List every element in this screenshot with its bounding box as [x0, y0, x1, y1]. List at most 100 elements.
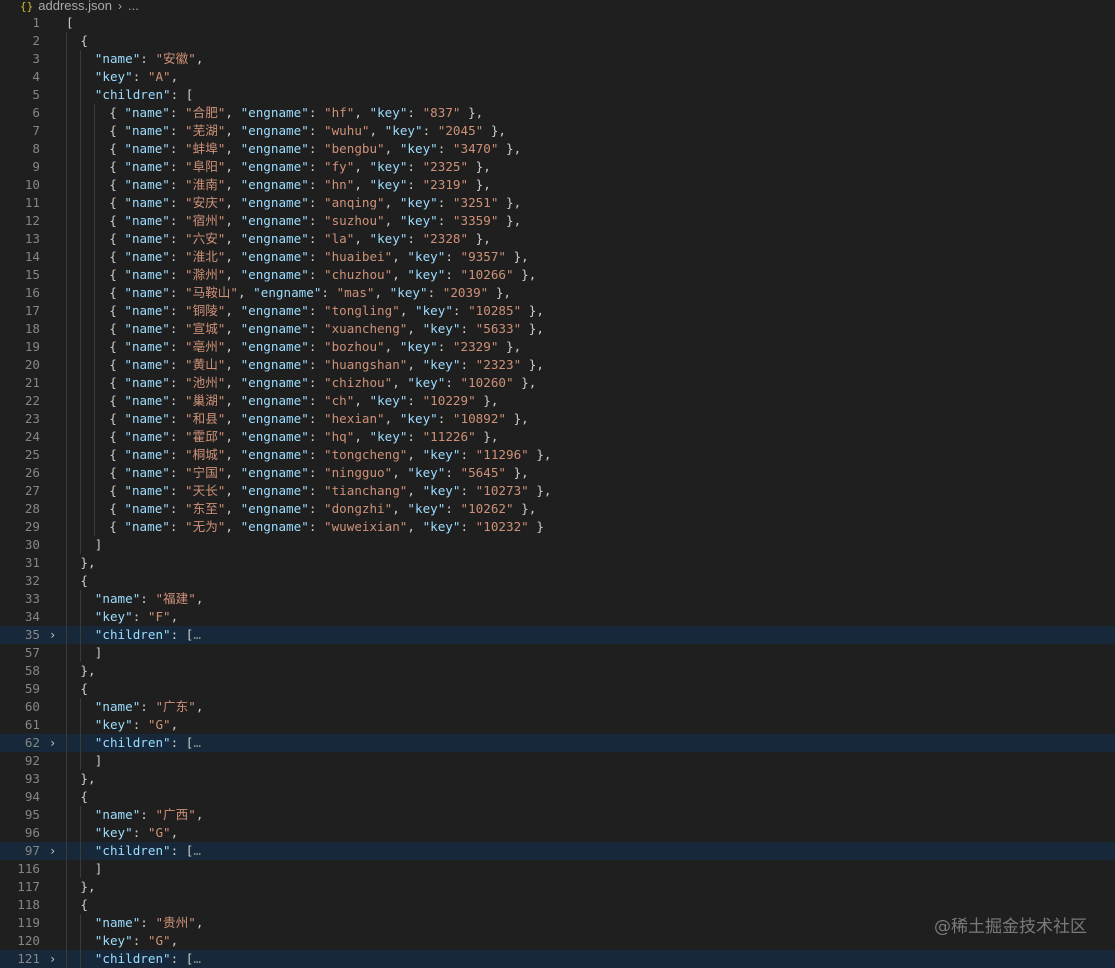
code-line[interactable]: 4 "key": "A", [0, 68, 1115, 86]
indent-guide [66, 554, 67, 572]
code-line[interactable]: 23 { "name": "和县", "engname": "hexian", "… [0, 410, 1115, 428]
fold-ellipsis[interactable]: … [193, 951, 201, 966]
json-string: "tianchang" [323, 483, 408, 498]
json-key: "name" [124, 465, 170, 480]
json-string: "广西" [155, 807, 196, 822]
code-line[interactable]: 20 { "name": "黄山", "engname": "huangshan"… [0, 356, 1115, 374]
code-line[interactable]: 93}, [0, 770, 1115, 788]
code-line[interactable]: 32 { [0, 572, 1115, 590]
json-punctuation: : [308, 249, 324, 264]
code-line[interactable]: 13 { "name": "六安", "engname": "la", "key"… [0, 230, 1115, 248]
indent-guide [80, 392, 81, 410]
json-punctuation: { [109, 249, 125, 264]
breadcrumb-file[interactable]: address.json [38, 0, 112, 13]
folded-code-line[interactable]: 62 › "children": [… [0, 734, 1115, 752]
code-line[interactable]: 96 "key": "G", [0, 824, 1115, 842]
code-editor[interactable]: 1[2{3 "name": "安徽", 4 "key": "A", 5 "children… [0, 14, 1115, 968]
code-line[interactable]: 7 { "name": "芜湖", "engname": "wuhu", "key… [0, 122, 1115, 140]
code-line[interactable]: 10 { "name": "淮南", "engname": "hn", "key"… [0, 176, 1115, 194]
fold-ellipsis[interactable]: … [193, 735, 201, 750]
json-string: "福建" [155, 591, 196, 606]
code-line[interactable]: 2{ [0, 32, 1115, 50]
code-line[interactable]: 94 { [0, 788, 1115, 806]
json-punctuation: , [392, 267, 408, 282]
indent-guide [80, 338, 81, 356]
code-line[interactable]: 29 { "name": "无为", "engname": "wuweixian"… [0, 518, 1115, 536]
code-line[interactable]: 18 { "name": "宣城", "engname": "xuancheng"… [0, 320, 1115, 338]
code-line[interactable]: 117}, [0, 878, 1115, 896]
json-key: "key" [422, 321, 461, 336]
code-line[interactable]: 30] [0, 536, 1115, 554]
chevron-right-icon[interactable]: › [49, 950, 56, 968]
code-line[interactable]: 3 "name": "安徽", [0, 50, 1115, 68]
code-line[interactable]: 34 "key": "F", [0, 608, 1115, 626]
code-text: }, [80, 878, 95, 896]
json-punctuation: , [225, 231, 241, 246]
code-text: { [80, 788, 88, 806]
code-line[interactable]: 116] [0, 860, 1115, 878]
code-text: "children": [… [95, 950, 201, 968]
code-line[interactable]: 19 { "name": "亳州", "engname": "bozhou", "… [0, 338, 1115, 356]
json-punctuation: : [308, 159, 324, 174]
code-line[interactable]: 60 "name": "广东", [0, 698, 1115, 716]
folded-code-line[interactable]: 97 › "children": [… [0, 842, 1115, 860]
chevron-right-icon[interactable]: › [49, 734, 56, 752]
chevron-right-icon[interactable]: › [49, 842, 56, 860]
code-line[interactable]: 15 { "name": "滁州", "engname": "chuzhou", … [0, 266, 1115, 284]
code-text: }, [80, 662, 95, 680]
json-punctuation: : [169, 231, 186, 246]
code-line[interactable]: 26 { "name": "宁国", "engname": "ningguo", … [0, 464, 1115, 482]
code-line[interactable]: 59 { [0, 680, 1115, 698]
breadcrumb-symbol[interactable]: ... [128, 0, 139, 13]
code-line[interactable]: 61 "key": "G", [0, 716, 1115, 734]
json-key: "engname" [253, 285, 322, 300]
indent-guide [80, 410, 81, 428]
json-string: "10285" [468, 303, 522, 318]
json-string: "亳州" [185, 339, 226, 354]
chevron-right-icon[interactable]: › [49, 626, 56, 644]
code-line[interactable]: 92] [0, 752, 1115, 770]
code-line[interactable]: 6 { "name": "合肥", "engname": "hf", "key":… [0, 104, 1115, 122]
code-text: { "name": "铜陵", "engname": "tongling", "… [109, 302, 544, 320]
json-punctuation: [ [66, 15, 74, 30]
code-line[interactable]: 5 "children": [ [0, 86, 1115, 104]
folded-code-line[interactable]: 121 › "children": [… [0, 950, 1115, 968]
fold-ellipsis[interactable]: … [193, 843, 201, 858]
json-string: "tongling" [323, 303, 400, 318]
json-string: "安徽" [155, 51, 196, 66]
code-line[interactable]: 95 "name": "广西", [0, 806, 1115, 824]
code-line[interactable]: 33 "name": "福建", [0, 590, 1115, 608]
folded-code-line[interactable]: 35 › "children": [… [0, 626, 1115, 644]
line-number: 11 [24, 195, 40, 210]
code-line[interactable]: 8 { "name": "蚌埠", "engname": "bengbu", "k… [0, 140, 1115, 158]
json-string: "9357" [460, 249, 507, 264]
json-key: "name" [124, 177, 170, 192]
line-number: 117 [17, 879, 40, 894]
code-line[interactable]: 1[ [0, 14, 1115, 32]
json-string: "马鞍山" [185, 285, 238, 300]
json-string: "2039" [442, 285, 489, 300]
code-text: { "name": "芜湖", "engname": "wuhu", "key"… [109, 122, 506, 140]
json-punctuation: : [437, 411, 453, 426]
code-text: }, [80, 770, 95, 788]
code-line[interactable]: 21 { "name": "池州", "engname": "chizhou", … [0, 374, 1115, 392]
code-line[interactable]: 14 { "name": "淮北", "engname": "huaibei", … [0, 248, 1115, 266]
code-line[interactable]: 11 { "name": "安庆", "engname": "anqing", "… [0, 194, 1115, 212]
code-line[interactable]: 25 { "name": "桐城", "engname": "tongcheng"… [0, 446, 1115, 464]
code-line[interactable]: 17 { "name": "铜陵", "engname": "tongling",… [0, 302, 1115, 320]
code-line[interactable]: 16 { "name": "马鞍山", "engname": "mas", "ke… [0, 284, 1115, 302]
code-line[interactable]: 22 { "name": "巢湖", "engname": "ch", "key"… [0, 392, 1115, 410]
code-line[interactable]: 12 { "name": "宿州", "engname": "suzhou", "… [0, 212, 1115, 230]
json-punctuation: { [109, 501, 125, 516]
code-line[interactable]: 9 { "name": "阜阳", "engname": "fy", "key":… [0, 158, 1115, 176]
fold-ellipsis[interactable]: … [193, 627, 201, 642]
code-line[interactable]: 31}, [0, 554, 1115, 572]
code-line[interactable]: 57] [0, 644, 1115, 662]
indent-guide [80, 428, 81, 446]
code-text: { "name": "桐城", "engname": "tongcheng", … [109, 446, 551, 464]
json-key: "name" [124, 105, 170, 120]
code-line[interactable]: 28 { "name": "东至", "engname": "dongzhi", … [0, 500, 1115, 518]
code-line[interactable]: 24 { "name": "霍邱", "engname": "hq", "key"… [0, 428, 1115, 446]
code-line[interactable]: 27 { "name": "天长", "engname": "tianchang"… [0, 482, 1115, 500]
code-line[interactable]: 58}, [0, 662, 1115, 680]
